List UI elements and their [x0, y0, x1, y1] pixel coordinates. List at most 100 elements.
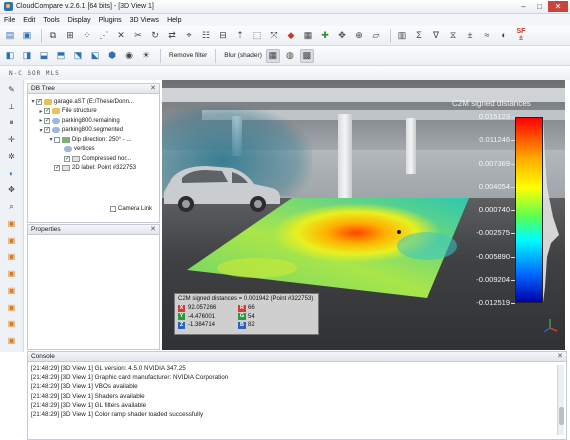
- section-icon[interactable]: ⊟: [216, 29, 230, 43]
- close-icon[interactable]: ✕: [150, 225, 156, 235]
- zoom-icon[interactable]: ⌕: [6, 201, 18, 213]
- menu-3d-views[interactable]: 3D Views: [130, 17, 159, 24]
- tree-item-compressed-normals[interactable]: Compressed nor...: [30, 154, 157, 164]
- align-icon[interactable]: ⇄: [165, 29, 179, 43]
- pick-points-icon[interactable]: ⌖: [182, 29, 196, 43]
- close-icon[interactable]: ✕: [557, 352, 563, 362]
- checkerboard-icon[interactable]: ▦: [301, 29, 315, 43]
- menu-tools[interactable]: Tools: [43, 17, 59, 24]
- sf-arithmetic-icon[interactable]: ±: [463, 29, 477, 43]
- pencil-icon[interactable]: ✎: [6, 84, 18, 96]
- iso-view-icon[interactable]: ⬢: [105, 49, 119, 63]
- visibility-checkbox[interactable]: [44, 126, 50, 134]
- ssao-icon[interactable]: ▩: [299, 48, 314, 63]
- visibility-checkbox[interactable]: [54, 136, 60, 143]
- clone-icon[interactable]: ⧉: [46, 29, 60, 43]
- move-icon[interactable]: ✥: [6, 185, 18, 197]
- maximize-button[interactable]: □: [532, 1, 547, 12]
- pause-icon[interactable]: ⏸: [6, 118, 18, 130]
- tree-item-dip-direction[interactable]: ▾ Dip direction: 250° - ...: [30, 135, 157, 145]
- compute-normals-icon[interactable]: ⇡: [233, 29, 247, 43]
- filter-sf-icon[interactable]: ⧖: [446, 29, 460, 43]
- subsample-icon[interactable]: ⁘: [80, 29, 94, 43]
- front-view-icon[interactable]: ◧: [3, 49, 17, 63]
- eye-dome-lighting-icon[interactable]: ◍: [283, 49, 297, 63]
- console-line: [21:48:29] [3D View 1] GL version: 4.5.0…: [31, 365, 186, 372]
- right-view-icon[interactable]: ⬒: [54, 49, 68, 63]
- box-view-2-icon[interactable]: ▣: [6, 235, 18, 247]
- delete-icon[interactable]: ✕: [114, 29, 128, 43]
- tree-item-garage[interactable]: ▾ garage.aST (E:/These/Donn...: [30, 97, 157, 107]
- menu-plugins[interactable]: Plugins: [99, 17, 122, 24]
- box-view-7-icon[interactable]: ▣: [6, 319, 18, 331]
- sf-to-rgb-icon[interactable]: ◐: [497, 29, 511, 43]
- console-scrollbar[interactable]: [557, 365, 564, 435]
- plugin-labels[interactable]: N-C SOR MLS: [9, 70, 60, 77]
- point-info-rows: X 92.057266 R 66 Y -4.476001 G 54 Z -1.384714 B 82: [175, 304, 318, 330]
- blur-shader-button[interactable]: Blur (shader): [224, 52, 262, 59]
- menu-edit[interactable]: Edit: [23, 17, 35, 24]
- sun-icon[interactable]: ✲: [6, 151, 18, 163]
- tree-item-vertices[interactable]: vertices: [30, 145, 157, 155]
- box-view-8-icon[interactable]: ▣: [6, 335, 18, 347]
- pivot-icon[interactable]: ◐: [6, 168, 18, 180]
- normals-icon: [72, 155, 80, 162]
- point-list-icon[interactable]: ☷: [199, 29, 213, 43]
- camera-link-toggle[interactable]: Camera Link: [110, 206, 152, 212]
- point-info-label[interactable]: C2M signed distances = 0.001942 (Point #…: [174, 293, 319, 335]
- visibility-checkbox[interactable]: [36, 98, 42, 105]
- top-view-icon[interactable]: ⬔: [71, 49, 85, 63]
- tree-item-2d-label[interactable]: 2D label: Point #322753: [30, 164, 157, 174]
- box-view-3-icon[interactable]: ▣: [6, 252, 18, 264]
- octree-icon[interactable]: ⬚: [250, 29, 264, 43]
- shader-icon[interactable]: ▦: [265, 48, 280, 63]
- color-ramp-icon[interactable]: ◆: [284, 29, 298, 43]
- tree-item-file-structure[interactable]: ▸ File structure: [30, 107, 157, 117]
- 3d-view[interactable]: C2M signed distances 0.015123 0.011246 0.0…: [162, 80, 565, 350]
- back-view-icon[interactable]: ◨: [20, 49, 34, 63]
- menu-display[interactable]: Display: [68, 17, 91, 24]
- fit-plane-icon[interactable]: ▱: [369, 29, 383, 43]
- box-view-4-icon[interactable]: ▣: [6, 268, 18, 280]
- menu-file[interactable]: File: [4, 17, 15, 24]
- point-info-title: C2M signed distances = 0.001942 (Point #…: [178, 296, 314, 302]
- close-button[interactable]: ✕: [548, 1, 568, 12]
- bottom-view-icon[interactable]: ⬕: [88, 49, 102, 63]
- registration-icon[interactable]: ⤧: [267, 29, 281, 43]
- tree-item-segmented[interactable]: ▾ parking800.segmented: [30, 126, 157, 136]
- merge-icon[interactable]: ⊞: [63, 29, 77, 43]
- cross-section-icon[interactable]: ⊕: [352, 29, 366, 43]
- point-picking-icon[interactable]: ✥: [335, 29, 349, 43]
- save-icon[interactable]: ▣: [20, 29, 34, 43]
- histogram-icon[interactable]: ▥: [395, 29, 409, 43]
- remove-filter-button[interactable]: Remove filter: [169, 52, 207, 59]
- color-channel-badge: B: [238, 321, 246, 329]
- camera-icon[interactable]: ◉: [122, 49, 136, 63]
- box-view-6-icon[interactable]: ▣: [6, 302, 18, 314]
- sample-points-icon[interactable]: ⋰: [97, 29, 111, 43]
- crosshair-icon[interactable]: ✛: [6, 134, 18, 146]
- close-icon[interactable]: ✕: [150, 84, 156, 94]
- visibility-checkbox[interactable]: [54, 164, 60, 172]
- left-view-icon[interactable]: ⬓: [37, 49, 51, 63]
- ruler-icon[interactable]: ⟂: [6, 101, 18, 113]
- gradient-icon[interactable]: ∇: [429, 29, 443, 43]
- box-view-5-icon[interactable]: ▣: [6, 285, 18, 297]
- light-icon[interactable]: ☀: [139, 49, 153, 63]
- visibility-checkbox[interactable]: [44, 107, 50, 115]
- visibility-checkbox[interactable]: [64, 155, 70, 162]
- visibility-checkbox[interactable]: [44, 117, 50, 124]
- smooth-sf-icon[interactable]: ≈: [480, 29, 494, 43]
- minimize-button[interactable]: –: [516, 1, 531, 12]
- tree-item-remaining[interactable]: ▸ parking800.remaining: [30, 116, 157, 126]
- open-icon[interactable]: ▤: [3, 29, 17, 43]
- add-constant-sf-icon[interactable]: ✚: [318, 29, 332, 43]
- translate-rotate-icon[interactable]: ↻: [148, 29, 162, 43]
- statistics-icon[interactable]: Σ: [412, 29, 426, 43]
- scrollbar-thumb[interactable]: [559, 407, 564, 425]
- camera-link-checkbox[interactable]: [110, 206, 116, 212]
- menu-help[interactable]: Help: [167, 17, 181, 24]
- segment-icon[interactable]: ✂: [131, 29, 145, 43]
- sf-icon[interactable]: SF ±: [514, 28, 528, 43]
- box-view-1-icon[interactable]: ▣: [6, 218, 18, 230]
